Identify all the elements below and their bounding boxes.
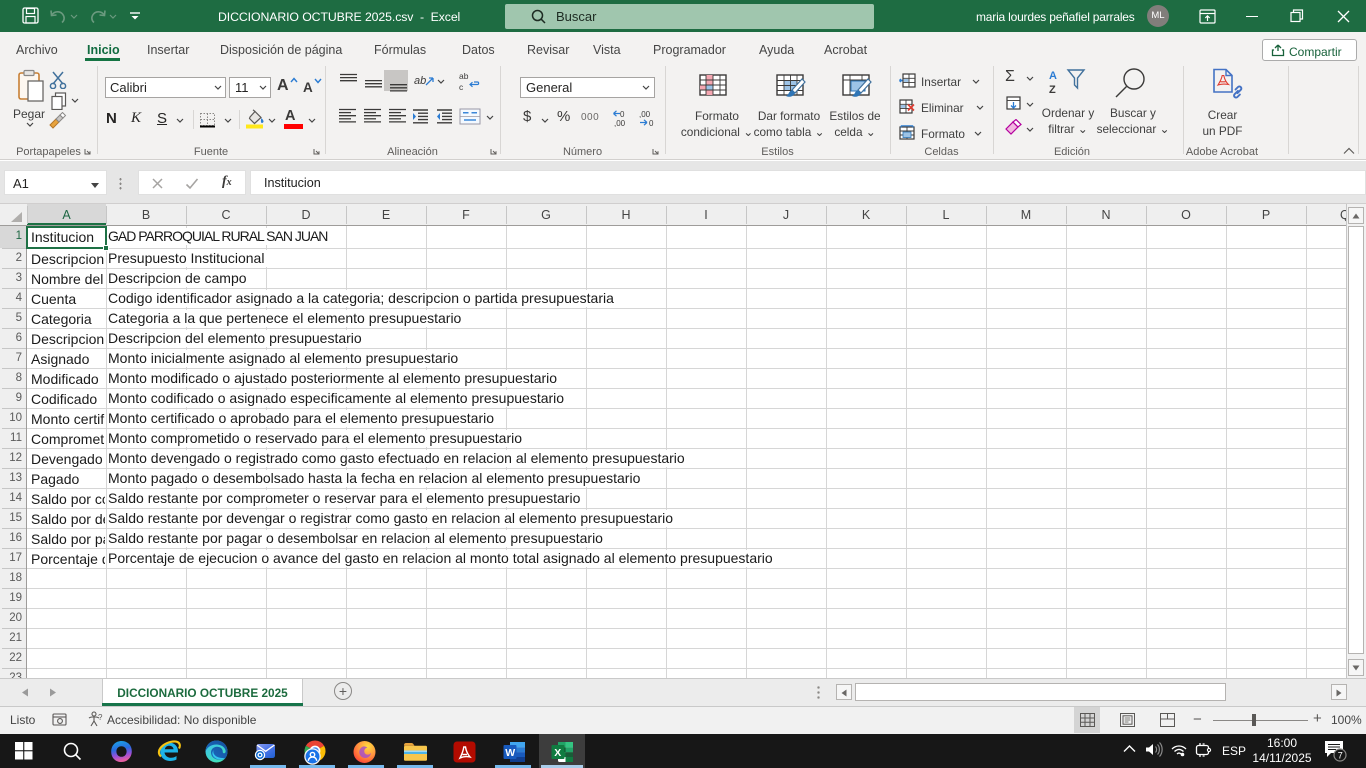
svg-text:ab: ab: [414, 75, 426, 87]
svg-text:W: W: [505, 747, 515, 759]
svg-text:c: c: [459, 82, 464, 91]
svg-text:ab: ab: [459, 71, 469, 81]
svg-text:0: 0: [649, 119, 654, 128]
svg-text:,00: ,00: [614, 119, 626, 128]
svg-text:7: 7: [1338, 751, 1343, 761]
svg-text:,00: ,00: [639, 110, 651, 119]
svg-text:A: A: [1049, 70, 1057, 82]
svg-text:Z: Z: [1049, 84, 1056, 96]
svg-text:X: X: [554, 747, 561, 759]
svg-text:0: 0: [620, 110, 625, 119]
svg-text:?: ?: [98, 713, 103, 722]
